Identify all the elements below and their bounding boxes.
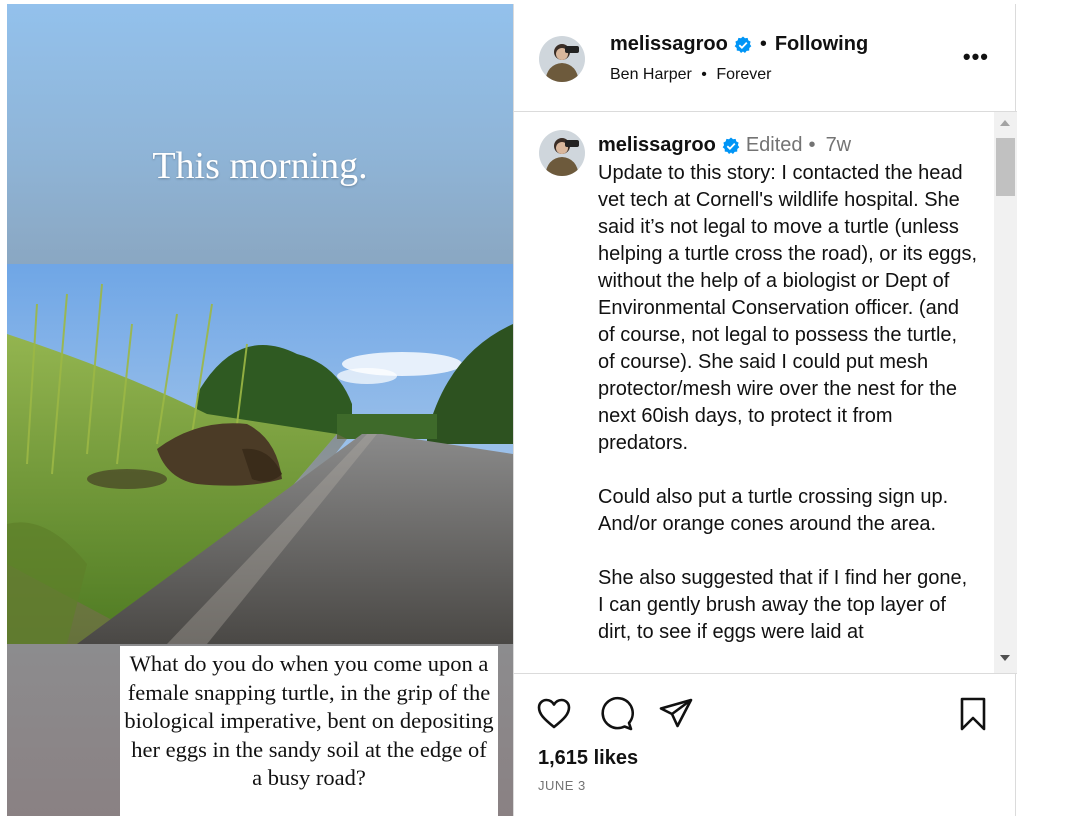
header-author-line: melissagroo • Following (610, 33, 868, 56)
heart-icon[interactable] (536, 696, 572, 732)
scrollbar-thumb[interactable] (996, 138, 1015, 196)
comment-username[interactable]: melissagroo (598, 134, 716, 157)
comment-header: melissagroo Edited • 7w (598, 134, 851, 157)
comments-scrollbar[interactable] (994, 112, 1017, 673)
comment-separator: • (808, 134, 816, 156)
scroll-up-arrow-icon[interactable] (1000, 120, 1010, 126)
turtle-road-photo (7, 264, 513, 644)
header-separator: • (759, 33, 767, 55)
comment-body: Update to this story: I contacted the he… (598, 162, 978, 643)
post-header: melissagroo • Following Ben Harper • For… (514, 4, 1017, 112)
likes-count[interactable]: 1,615 likes (538, 747, 638, 770)
edited-label: Edited (745, 134, 803, 156)
comments-section: melissagroo Edited • 7w Update to this s… (514, 112, 1017, 674)
story-title-text: This morning. (152, 145, 368, 187)
following-button[interactable]: Following (775, 33, 868, 56)
verified-badge-icon (734, 36, 752, 54)
author-username[interactable]: melissagroo (610, 33, 728, 56)
audio-track: Forever (716, 66, 772, 83)
scroll-down-arrow-icon[interactable] (1000, 655, 1010, 661)
audio-artist: Ben Harper (610, 66, 692, 83)
post-panel: melissagroo • Following Ben Harper • For… (513, 4, 1017, 816)
comment-timestamp[interactable]: 7w (826, 134, 852, 157)
author-avatar[interactable] (539, 36, 585, 82)
sky-background (7, 4, 513, 264)
post-media[interactable]: This morning. What do you do when you co… (7, 4, 513, 816)
post-date[interactable]: JUNE 3 (538, 778, 586, 793)
comment-author-avatar[interactable] (539, 130, 585, 176)
post-actions: 1,615 likes JUNE 3 (514, 674, 1017, 816)
bookmark-icon[interactable] (955, 696, 991, 732)
audio-attribution[interactable]: Ben Harper • Forever (610, 66, 771, 84)
verified-badge-icon (722, 137, 740, 155)
audio-separator: • (701, 66, 707, 83)
more-options-button[interactable]: ••• (963, 44, 989, 70)
story-caption: What do you do when you come upon a fema… (120, 646, 498, 816)
comment-icon[interactable] (598, 696, 634, 732)
share-icon[interactable] (658, 696, 694, 732)
